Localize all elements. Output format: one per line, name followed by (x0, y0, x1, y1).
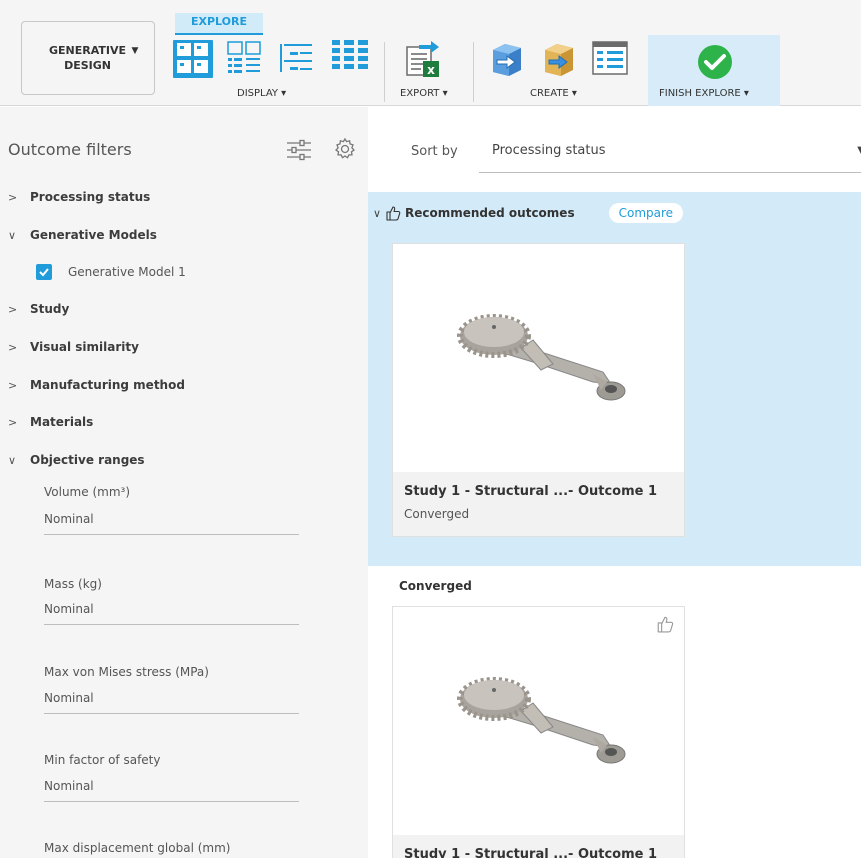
filter-materials[interactable]: > Materials (8, 411, 93, 433)
workspace-label: GENERATIVE DESIGN (49, 44, 127, 72)
outcome-info: Study 1 - Structural ...- Outcome 1 (393, 835, 684, 858)
caret-down-icon: ▼ (131, 46, 139, 56)
filter-label: Manufacturing method (30, 378, 185, 392)
objective-label: Volume (mm³) (44, 485, 130, 499)
list-view-icon[interactable] (278, 40, 316, 82)
objective-underline (44, 801, 299, 802)
filter-visual-similarity[interactable]: > Visual similarity (8, 336, 139, 358)
objective-label: Mass (kg) (44, 577, 102, 591)
recommended-section: ∨ Recommended outcomes Compare Study 1 -… (368, 192, 861, 566)
objective-underline (44, 534, 299, 535)
outcome-title: Study 1 - Structural ...- Outcome 1 (404, 484, 658, 499)
outcome-card[interactable]: Study 1 - Structural ...- Outcome 1 (392, 606, 685, 858)
objective-label: Min factor of safety (44, 753, 161, 767)
create-body-icon[interactable] (539, 40, 579, 84)
create-drawing-icon[interactable] (591, 40, 631, 82)
filter-objective-ranges[interactable]: ∨ Objective ranges (8, 449, 145, 471)
filter-label: Objective ranges (30, 453, 145, 467)
objective-value[interactable]: Nominal (44, 779, 94, 793)
check-circle-icon[interactable] (696, 43, 734, 85)
objective-label: Max displacement global (mm) (44, 841, 231, 855)
outcome-info: Study 1 - Structural ...- Outcome 1 Conv… (393, 472, 684, 536)
outcome-status: Converged (404, 507, 470, 521)
workspace-switcher[interactable]: GENERATIVE DESIGN ▼ (21, 21, 155, 95)
filter-study[interactable]: > Study (8, 298, 69, 320)
export-excel-icon[interactable]: x (405, 41, 441, 83)
thumbnail-view-icon[interactable] (172, 39, 214, 83)
create-group-label[interactable]: CREATE ▾ (530, 88, 577, 99)
caret-down-icon: ▼ (857, 145, 861, 156)
outcome-thumbnail (393, 607, 684, 835)
svg-text:x: x (427, 63, 435, 77)
converged-header: Converged (399, 579, 472, 593)
filter-label: Processing status (30, 190, 151, 204)
bracket-model-image (457, 677, 626, 764)
filter-processing-status[interactable]: > Processing status (8, 186, 150, 208)
tab-explore[interactable]: EXPLORE (175, 13, 263, 35)
gear-icon[interactable] (333, 137, 357, 165)
outcome-title: Study 1 - Structural ...- Outcome 1 (404, 847, 658, 858)
objective-underline (44, 713, 299, 714)
filter-label: Visual similarity (30, 340, 139, 354)
filter-sliders-icon[interactable] (286, 139, 312, 165)
checkbox-checked-icon[interactable] (36, 264, 52, 280)
outcome-card[interactable]: Study 1 - Structural ...- Outcome 1 Conv… (392, 243, 685, 537)
filter-label: Materials (30, 415, 94, 429)
chevron-right-icon: > (8, 415, 18, 429)
bracket-model-image (457, 314, 626, 401)
create-design-icon[interactable] (487, 40, 527, 84)
toolbar-divider (473, 42, 474, 102)
toolbar: GENERATIVE DESIGN ▼ EXPLORE DISPLAY ▾ x … (0, 0, 861, 106)
sort-value: Processing status (492, 143, 606, 158)
chevron-right-icon: > (8, 302, 18, 316)
outcomes-panel: Sort by Processing status ▼ ∨ Recommende… (368, 107, 861, 858)
objective-value[interactable]: Nominal (44, 512, 94, 526)
chevron-down-icon[interactable]: ∨ (373, 207, 385, 220)
toolbar-divider (384, 42, 385, 102)
filter-manufacturing-method[interactable]: > Manufacturing method (8, 374, 185, 396)
objective-value[interactable]: Nominal (44, 602, 94, 616)
objective-underline (44, 624, 299, 625)
generative-model-checkbox-row[interactable]: Generative Model 1 (36, 262, 186, 282)
recommended-header[interactable]: ∨ Recommended outcomes Compare (373, 202, 684, 224)
objective-label: Max von Mises stress (MPa) (44, 665, 209, 679)
filter-label: Study (30, 302, 70, 316)
filter-label: Generative Models (30, 228, 157, 242)
filter-generative-models[interactable]: ∨ Generative Models (8, 224, 157, 246)
compare-button[interactable]: Compare (608, 203, 684, 223)
finish-explore-label[interactable]: FINISH EXPLORE ▾ (659, 88, 749, 99)
thumbs-up-icon[interactable] (656, 615, 674, 637)
outcome-thumbnail (393, 244, 684, 472)
section-title: Recommended outcomes (405, 206, 575, 220)
chevron-right-icon: > (8, 378, 18, 392)
display-group-label[interactable]: DISPLAY ▾ (237, 88, 286, 99)
grid-list-view-icon[interactable] (226, 40, 264, 82)
objective-value[interactable]: Nominal (44, 691, 94, 705)
sort-label: Sort by (411, 144, 458, 159)
outcome-filters-panel: Outcome filters > Processing status ∨ Ge… (0, 107, 368, 858)
sort-dropdown[interactable]: Processing status ▼ (479, 129, 861, 173)
panel-title: Outcome filters (8, 140, 132, 159)
chevron-right-icon: > (8, 340, 18, 354)
chevron-down-icon: ∨ (8, 228, 17, 242)
app-window: GENERATIVE DESIGN ▼ EXPLORE DISPLAY ▾ x … (0, 0, 861, 858)
checkbox-label: Generative Model 1 (68, 265, 186, 279)
chevron-down-icon: ∨ (8, 453, 17, 467)
table-view-icon[interactable] (330, 38, 370, 82)
chevron-right-icon: > (8, 190, 18, 204)
export-group-label[interactable]: EXPORT ▾ (400, 88, 448, 99)
thumbs-up-icon (385, 205, 401, 221)
